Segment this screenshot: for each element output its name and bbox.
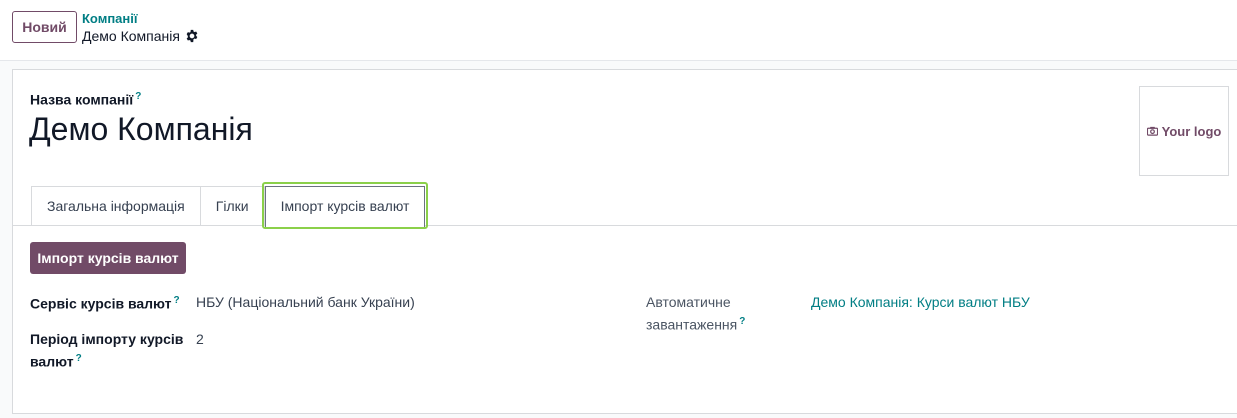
- tab-currency-rates-import-label: Імпорт курсів валют: [280, 198, 410, 214]
- help-tooltip-rate-service[interactable]: ?: [174, 295, 180, 306]
- breadcrumb-current-label: Демо Компанія: [82, 28, 180, 44]
- form-sheet: Назва компанії? Демо Компанія Your logo …: [12, 69, 1237, 414]
- company-name-label-text: Назва компанії: [30, 91, 134, 108]
- rate-service-field[interactable]: НБУ (Національний банк України): [196, 292, 415, 312]
- logo-placeholder-text: Your logo: [1161, 123, 1222, 139]
- help-tooltip-auto-load[interactable]: ?: [739, 316, 745, 327]
- import-period-label-line1: Період імпорту курсів: [30, 331, 184, 347]
- rate-service-label: Сервіс курсів валют?: [30, 291, 180, 314]
- logo-upload[interactable]: Your logo: [1139, 86, 1229, 176]
- notebook-tabs: Загальна інформація Гілки Імпорт курсів …: [31, 182, 429, 229]
- rate-service-label-text: Сервіс курсів валют: [30, 295, 172, 312]
- tab-branches[interactable]: Гілки: [199, 186, 265, 226]
- import-period-label: Період імпорту курсів валют?: [30, 329, 183, 372]
- auto-load-label-line1: Автоматичне: [646, 294, 731, 310]
- new-button[interactable]: Новий: [12, 11, 77, 43]
- help-tooltip-import-period[interactable]: ?: [76, 353, 82, 364]
- auto-load-cron-link[interactable]: Демо Компанія: Курси валют НБУ: [811, 292, 1030, 312]
- tab-general-info[interactable]: Загальна інформація: [31, 186, 200, 226]
- company-name-label: Назва компанії?: [30, 91, 141, 108]
- help-tooltip-company-name[interactable]: ?: [135, 91, 141, 102]
- auto-load-label: Автоматичне завантаження?: [646, 292, 745, 335]
- tab-currency-rates-import[interactable]: Імпорт курсів валют: [261, 182, 429, 229]
- auto-load-label-line2: завантаження: [646, 316, 738, 333]
- control-panel: Новий Компанії Демо Компанія: [0, 0, 1237, 61]
- import-period-label-line2: валют: [30, 353, 74, 370]
- company-name-field[interactable]: Демо Компанія: [29, 111, 253, 148]
- import-rates-button[interactable]: Імпорт курсів валют: [30, 242, 186, 274]
- import-period-field[interactable]: 2: [196, 329, 204, 349]
- gear-icon[interactable]: [185, 29, 199, 43]
- camera-icon: [1146, 124, 1158, 139]
- breadcrumb-parent-link[interactable]: Компанії: [82, 11, 138, 26]
- breadcrumb-current: Демо Компанія: [82, 28, 199, 44]
